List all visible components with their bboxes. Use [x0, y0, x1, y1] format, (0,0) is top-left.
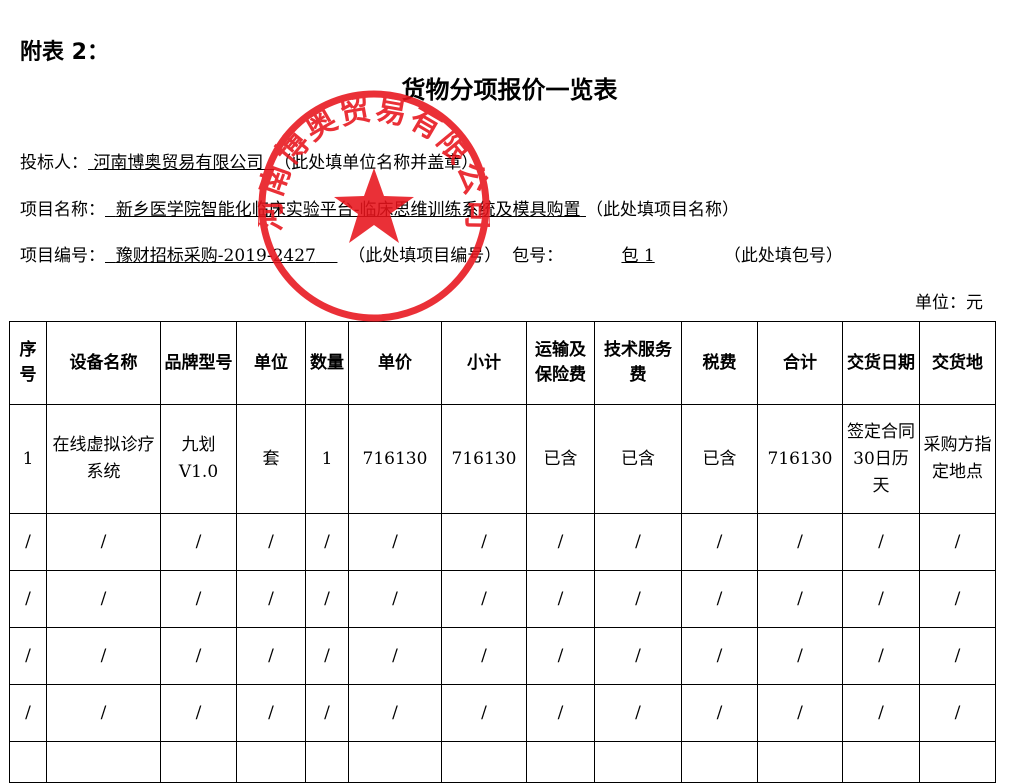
- table-cell: /: [842, 513, 920, 571]
- table-cell: /: [842, 570, 920, 628]
- table-cell: /: [46, 627, 161, 685]
- table-cell: /: [160, 627, 237, 685]
- project-name-label: 项目名称：: [20, 200, 105, 220]
- table-row: / / / / / / / / / / / / /: [9, 627, 996, 685]
- header-cell: 单位: [236, 321, 306, 405]
- table-cell: /: [9, 684, 47, 742]
- table-cell: /: [681, 570, 758, 628]
- table-cell: 在线虚拟诊疗系统: [46, 404, 161, 514]
- table-cell: /: [236, 684, 306, 742]
- table-cell: /: [842, 684, 920, 742]
- table-cell: /: [441, 570, 527, 628]
- table-cell: /: [46, 513, 161, 571]
- table-cell: /: [526, 513, 595, 571]
- table-cell: /: [681, 684, 758, 742]
- table-cell: /: [305, 570, 349, 628]
- table-cell: /: [236, 513, 306, 571]
- table-cell: /: [594, 627, 682, 685]
- header-cell: 合计: [757, 321, 843, 405]
- seal-star-icon: [334, 168, 414, 243]
- header-cell: 技术服务费: [594, 321, 682, 405]
- package-value: 包 1: [621, 246, 655, 266]
- table-cell: /: [348, 513, 442, 571]
- header-cell: 交货地: [919, 321, 996, 405]
- table-cell: /: [757, 684, 843, 742]
- table-cell: /: [160, 570, 237, 628]
- document-title: 货物分项报价一览表: [401, 76, 618, 104]
- header-cell: 序号: [9, 321, 47, 405]
- table-cell: /: [305, 513, 349, 571]
- header-cell: 交货日期: [842, 321, 920, 405]
- header-cell: 小计: [441, 321, 527, 405]
- table-cell: /: [526, 684, 595, 742]
- header-cell: 品牌型号: [160, 321, 237, 405]
- table-cell: 716130: [757, 404, 843, 514]
- table-cell: /: [236, 570, 306, 628]
- table-cell: /: [757, 570, 843, 628]
- package-note: （此处填包号）: [723, 246, 843, 266]
- table-cell: /: [526, 570, 595, 628]
- table-cell: /: [9, 570, 47, 628]
- company-seal: 河南博奥贸易有限公司: [258, 90, 490, 322]
- table-cell: /: [842, 627, 920, 685]
- table-cell: /: [919, 570, 996, 628]
- table-cell: 716130: [441, 404, 527, 514]
- currency-unit: 单位：元: [915, 293, 983, 313]
- header-cell: 设备名称: [46, 321, 161, 405]
- table-cell: 716130: [348, 404, 442, 514]
- table-cell: /: [526, 627, 595, 685]
- table-cell: /: [919, 684, 996, 742]
- table-cell: /: [348, 627, 442, 685]
- appendix-label: 附表 2：: [20, 40, 109, 65]
- table-cell: /: [594, 570, 682, 628]
- bidder-label: 投标人：: [20, 153, 88, 173]
- table-header-row: 序号 设备名称 品牌型号 单位 数量 单价 小计 运输及保险费 技术服务费 税费…: [9, 321, 996, 405]
- table-cell: 1: [9, 404, 47, 514]
- table-cell: /: [348, 570, 442, 628]
- table-cell: /: [681, 513, 758, 571]
- table-cell: 套: [236, 404, 306, 514]
- table-cell: /: [9, 513, 47, 571]
- table-row: [9, 741, 996, 783]
- table-cell: /: [305, 684, 349, 742]
- table-row: 1 在线虚拟诊疗系统 九划V1.0 套 1 716130 716130 已含 已…: [9, 404, 996, 514]
- table-cell: /: [160, 513, 237, 571]
- table-cell: 已含: [681, 404, 758, 514]
- table-cell: /: [46, 570, 161, 628]
- table-cell: /: [441, 627, 527, 685]
- table-row: / / / / / / / / / / / / /: [9, 570, 996, 628]
- table-cell: 1: [305, 404, 349, 514]
- table-cell: /: [441, 513, 527, 571]
- table-cell: /: [9, 627, 47, 685]
- project-no-label: 项目编号：: [20, 246, 105, 266]
- table-cell: /: [594, 513, 682, 571]
- table-cell: 签定合同30日历天: [842, 404, 920, 514]
- table-cell: /: [594, 684, 682, 742]
- table-cell: /: [757, 627, 843, 685]
- table-cell: /: [919, 627, 996, 685]
- table-cell: /: [46, 684, 161, 742]
- table-cell: /: [160, 684, 237, 742]
- table-row: / / / / / / / / / / / / /: [9, 684, 996, 742]
- header-cell: 税费: [681, 321, 758, 405]
- table-cell: /: [305, 627, 349, 685]
- quote-table: 序号 设备名称 品牌型号 单位 数量 单价 小计 运输及保险费 技术服务费 税费…: [9, 321, 996, 783]
- table-cell: 九划V1.0: [160, 404, 237, 514]
- project-name-note: （此处填项目名称）: [585, 200, 739, 220]
- bidder-value: 河南博奥贸易有限公司: [93, 153, 264, 173]
- table-row: / / / / / / / / / / / / /: [9, 513, 996, 571]
- header-cell: 单价: [348, 321, 442, 405]
- table-cell: /: [681, 627, 758, 685]
- table-cell: /: [919, 513, 996, 571]
- header-cell: 运输及保险费: [526, 321, 595, 405]
- table-cell: 已含: [526, 404, 595, 514]
- table-cell: 采购方指定地点: [919, 404, 996, 514]
- table-cell: /: [441, 684, 527, 742]
- table-cell: /: [757, 513, 843, 571]
- header-cell: 数量: [305, 321, 349, 405]
- table-cell: /: [348, 684, 442, 742]
- table-cell: 已含: [594, 404, 682, 514]
- table-cell: /: [236, 627, 306, 685]
- package-label: 包号：: [512, 246, 564, 266]
